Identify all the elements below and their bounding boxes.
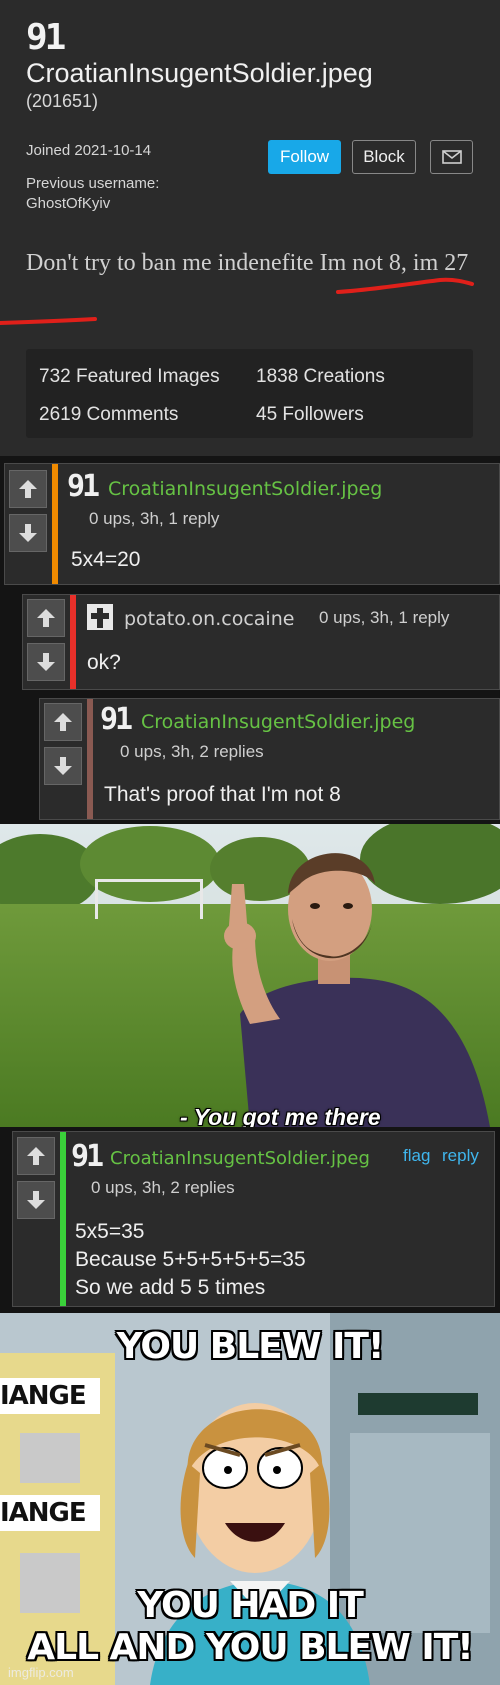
vote-column bbox=[23, 595, 69, 689]
comment-text: ok? bbox=[87, 651, 121, 674]
comment-accent-bar bbox=[70, 595, 76, 689]
comment-meta: 0 ups, 3h, 2 replies bbox=[91, 1178, 235, 1197]
vote-column bbox=[13, 1132, 59, 1306]
stat-creations[interactable]: 1838 Creations bbox=[256, 366, 385, 388]
arrow-down-icon bbox=[54, 757, 72, 775]
arrow-down-icon bbox=[19, 524, 37, 542]
profile-stats: 732 Featured Images 1838 Creations 2619 … bbox=[26, 349, 473, 438]
arrow-down-icon bbox=[37, 653, 55, 671]
comment-text: That's proof that I'm not 8 bbox=[104, 783, 341, 806]
comment-accent-bar bbox=[87, 699, 93, 819]
red-underline-annotation bbox=[0, 277, 474, 325]
meme-caption-bottom-line2: ALL AND YOU BLEW IT! bbox=[27, 1627, 473, 1668]
comment: 91 CroatianInsugentSoldier.jpeg 0 ups, 3… bbox=[4, 463, 500, 585]
comment-accent-bar bbox=[52, 464, 58, 584]
stat-comments[interactable]: 2619 Comments bbox=[39, 404, 178, 426]
meme-subtitle: - You got me there bbox=[180, 1104, 381, 1127]
downvote-button[interactable] bbox=[27, 643, 65, 681]
comment-avatar: 91 bbox=[67, 469, 100, 504]
sign-text: IANGE bbox=[0, 1498, 87, 1528]
flag-link[interactable]: flag bbox=[403, 1146, 430, 1166]
upvote-button[interactable] bbox=[9, 470, 47, 508]
park-scene-illustration bbox=[0, 824, 500, 1127]
comment-meta: 0 ups, 3h, 1 reply bbox=[89, 509, 220, 528]
upvote-button[interactable] bbox=[44, 703, 82, 741]
vote-column bbox=[40, 699, 86, 819]
comment-accent-bar bbox=[60, 1132, 66, 1306]
downvote-button[interactable] bbox=[44, 747, 82, 785]
vote-column bbox=[5, 464, 51, 584]
comment-username[interactable]: CroatianInsugentSoldier.jpeg bbox=[141, 711, 415, 733]
comment-meta: 0 ups, 3h, 2 replies bbox=[120, 742, 264, 761]
reaction-image-you-blew-it: IANGE IANGE YOU BLEW IT! YOU HAD IT ALL … bbox=[0, 1313, 500, 1685]
profile-panel: 91 CroatianInsugentSoldier.jpeg (201651)… bbox=[0, 0, 500, 456]
comment-text-line: 5x5=35 bbox=[75, 1220, 145, 1243]
comment-username[interactable]: CroatianInsugentSoldier.jpeg bbox=[110, 1148, 370, 1169]
meme-caption-top: YOU BLEW IT! bbox=[116, 1326, 385, 1367]
comment: potato.on.cocaine 0 ups, 3h, 1 reply ok? bbox=[22, 594, 500, 690]
stat-featured-images[interactable]: 732 Featured Images bbox=[39, 366, 220, 388]
comment: 91 CroatianInsugentSoldier.jpeg flag rep… bbox=[12, 1131, 495, 1307]
comment-avatar bbox=[87, 604, 113, 630]
downvote-button[interactable] bbox=[9, 514, 47, 552]
arrow-up-icon bbox=[54, 713, 72, 731]
comment-text-line: Because 5+5+5+5+5=35 bbox=[75, 1248, 306, 1271]
comment-text-line: So we add 5 5 times bbox=[75, 1276, 266, 1299]
comment-meta: 0 ups, 3h, 1 reply bbox=[319, 608, 450, 627]
comment-username[interactable]: potato.on.cocaine bbox=[124, 608, 294, 630]
arrow-up-icon bbox=[19, 480, 37, 498]
comment-avatar: 91 bbox=[100, 702, 133, 737]
arrow-up-icon bbox=[37, 609, 55, 627]
stat-followers[interactable]: 45 Followers bbox=[256, 404, 364, 426]
imgflip-watermark: imgflip.com bbox=[8, 1665, 74, 1680]
comment-avatar: 91 bbox=[71, 1139, 104, 1174]
upvote-button[interactable] bbox=[17, 1137, 55, 1175]
comment-username[interactable]: CroatianInsugentSoldier.jpeg bbox=[108, 478, 382, 500]
arrow-up-icon bbox=[27, 1147, 45, 1165]
comment: 91 CroatianInsugentSoldier.jpeg 0 ups, 3… bbox=[39, 698, 500, 820]
upvote-button[interactable] bbox=[27, 599, 65, 637]
downvote-button[interactable] bbox=[17, 1181, 55, 1219]
reaction-image-you-got-me-there: - You got me there bbox=[0, 824, 500, 1127]
sign-text: IANGE bbox=[0, 1381, 87, 1411]
meme-caption-bottom-line1: YOU HAD IT bbox=[137, 1585, 364, 1626]
arrow-down-icon bbox=[27, 1191, 45, 1209]
reply-link[interactable]: reply bbox=[442, 1146, 479, 1166]
comment-text: 5x4=20 bbox=[71, 548, 141, 571]
